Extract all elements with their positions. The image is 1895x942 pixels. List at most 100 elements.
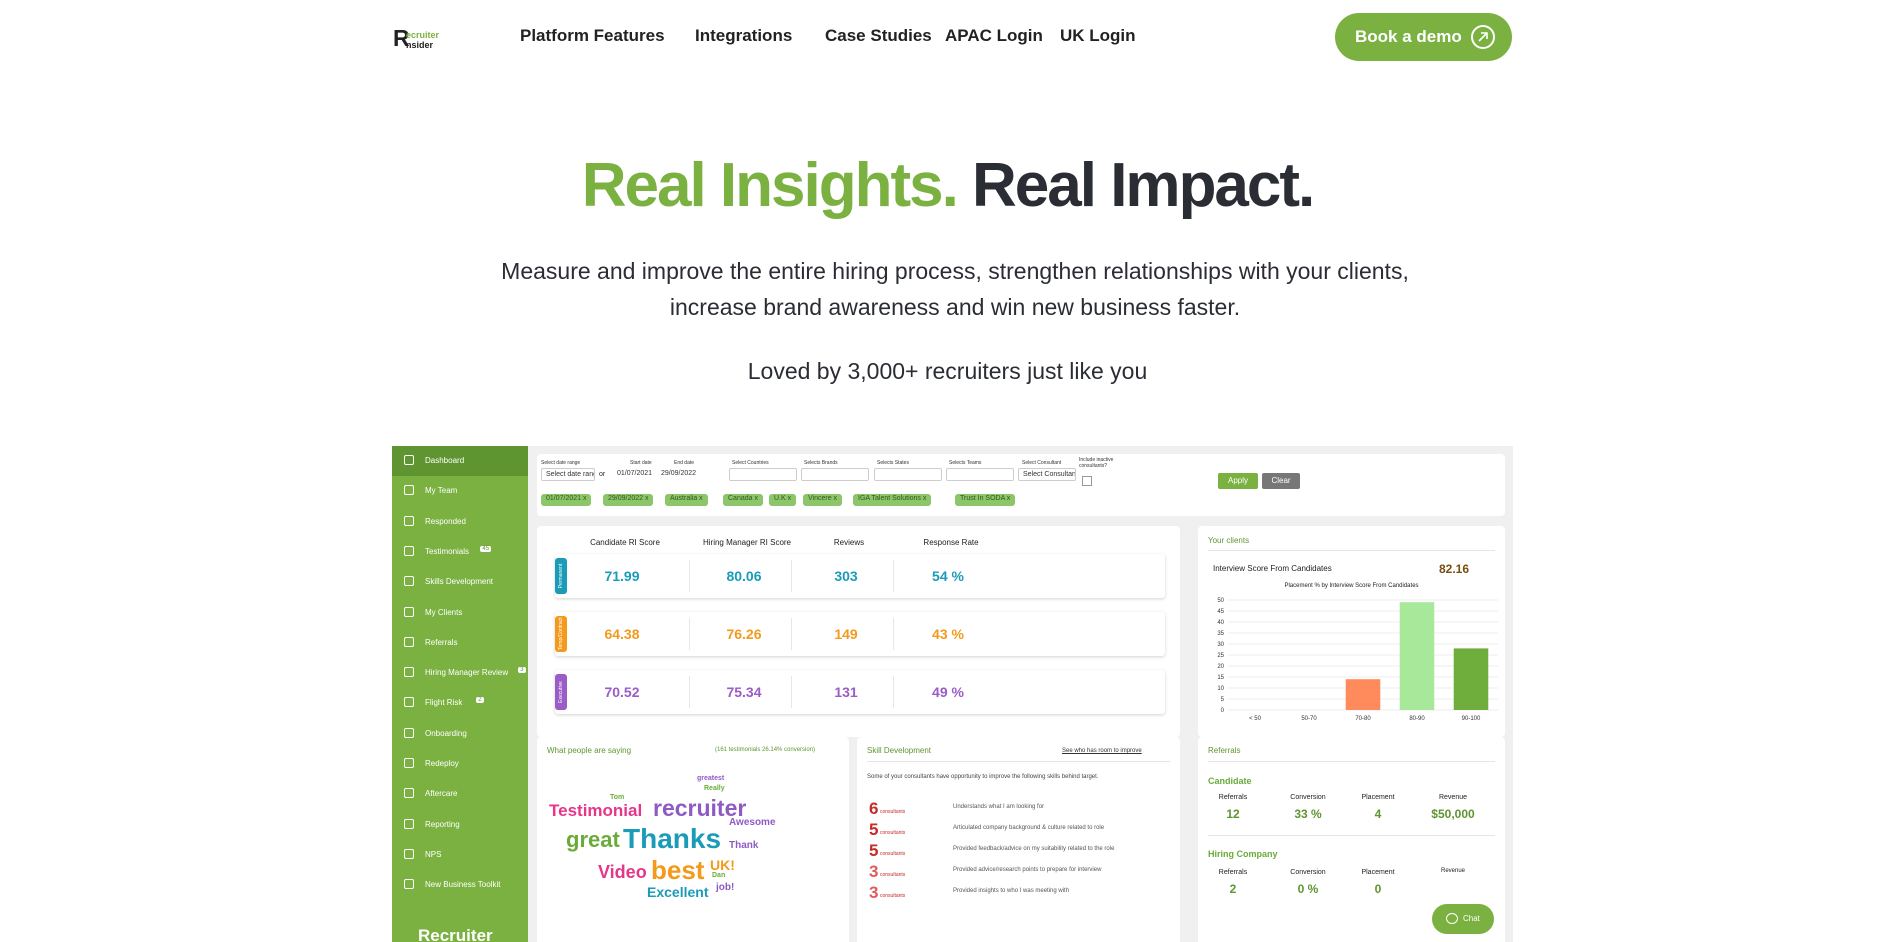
teams-select[interactable]: [946, 468, 1014, 481]
score-value: 64.38: [604, 626, 640, 642]
referral-value: $50,000: [1431, 807, 1475, 821]
testimonials-count: (161 testimonials 26.14% conversion): [715, 747, 816, 753]
y-tick-label: 5: [1221, 697, 1225, 703]
menu-icon: [404, 576, 414, 587]
count-badge: 2: [476, 697, 484, 704]
menu-icon: [404, 848, 414, 859]
word-cloud-word: Dan: [712, 872, 726, 879]
filter-chip[interactable]: Vincere x: [803, 494, 843, 506]
referral-value: 0: [1374, 882, 1382, 896]
sidebar-item-onboarding[interactable]: Onboarding: [392, 719, 528, 749]
testimonials-title: What people are saying: [547, 746, 632, 755]
menu-icon: [404, 727, 414, 738]
category-label: Permanent: [558, 563, 564, 589]
sidebar-item-hiring-manager-review[interactable]: Hiring Manager Review 3: [392, 658, 528, 688]
nav-uk-login[interactable]: UK Login: [1060, 26, 1136, 46]
hero-title-green: Real Insights.: [581, 151, 959, 220]
sidebar-item-label: Hiring Manager Review: [425, 668, 509, 678]
sidebar-item-nps[interactable]: NPS: [392, 840, 528, 870]
recruiter-insider-logo[interactable]: R ecruiter nsider: [393, 26, 443, 52]
word-cloud-word: Video: [598, 862, 647, 882]
clear-button[interactable]: Clear: [1262, 473, 1300, 489]
skill-count: 3: [869, 862, 879, 881]
testimonials-panel: What people are saying (161 testimonials…: [537, 737, 849, 942]
apply-button[interactable]: Apply: [1218, 473, 1258, 489]
sidebar-item-label: Skills Development: [425, 577, 494, 587]
states-select[interactable]: [874, 468, 942, 481]
referral-header: Referrals: [1218, 794, 1248, 801]
chat-button[interactable]: Chat: [1432, 904, 1494, 934]
date-range-select[interactable]: Select date range: [541, 468, 595, 481]
count-badge: 45: [480, 545, 492, 552]
skills-intro: Some of your consultants have opportunit…: [867, 774, 1099, 780]
filter-label: Include inactive consultants?: [1079, 457, 1114, 469]
menu-icon: [404, 879, 414, 890]
chat-label: Chat: [1463, 914, 1480, 923]
sidebar-item-skills-development[interactable]: Skills Development: [392, 567, 528, 597]
sidebar-item-my-clients[interactable]: My Clients: [392, 598, 528, 628]
nav-integrations[interactable]: Integrations: [695, 26, 792, 46]
y-tick-label: 35: [1217, 631, 1224, 637]
filters-panel: Select date range Start date End date Se…: [537, 454, 1505, 516]
x-tick-label: 80-90: [1409, 716, 1425, 722]
countries-select[interactable]: [729, 468, 797, 481]
filter-chip[interactable]: Australia x: [665, 494, 708, 506]
referral-header: Revenue: [1440, 868, 1466, 874]
sidebar-item-my-team[interactable]: My Team: [392, 476, 528, 506]
ri-scores-panel: Candidate RI Score Hiring Manager RI Sco…: [537, 526, 1180, 737]
logo-top-text: ecruiter: [406, 30, 440, 40]
divider: [867, 761, 1170, 762]
sidebar-item-testimonials[interactable]: Testimonials 45: [392, 537, 528, 567]
filter-label: Selects Brands: [804, 460, 838, 466]
skill-unit: consultants: [880, 851, 906, 857]
book-demo-label: Book a demo: [1355, 27, 1462, 46]
sidebar-item-dashboard[interactable]: Dashboard: [392, 446, 528, 476]
brands-select[interactable]: [801, 468, 869, 481]
nav-apac-login[interactable]: APAC Login: [945, 26, 1043, 46]
sidebar-item-label: Dashboard: [425, 456, 465, 465]
sidebar-item-label: Reporting: [425, 819, 460, 829]
sidebar-item-flight-risk[interactable]: Flight Risk 2: [392, 688, 528, 718]
sidebar-item-responded[interactable]: Responded: [392, 507, 528, 537]
filter-chip[interactable]: Canada x: [723, 494, 763, 506]
consultant-select[interactable]: Select Consultant: [1018, 468, 1076, 481]
filter-chip[interactable]: U.K x: [769, 494, 797, 506]
score-value: 71.99: [604, 568, 640, 584]
sidebar-item-label: Onboarding: [425, 728, 467, 738]
hero-loved-text: Loved by 3,000+ recruiters just like you: [747, 358, 1148, 384]
sidebar-item-label: Flight Risk: [425, 698, 463, 708]
inactive-checkbox[interactable]: [1082, 476, 1092, 486]
sidebar-item-redeploy[interactable]: Redeploy: [392, 749, 528, 779]
score-value: 80.06: [726, 568, 762, 584]
referral-header: Referrals: [1218, 869, 1248, 876]
menu-icon: [404, 485, 414, 496]
category-label: Executive: [558, 681, 564, 703]
chart-bar: [1345, 679, 1381, 710]
skill-count: 5: [869, 841, 879, 860]
clients-title: Your clients: [1208, 536, 1250, 545]
filter-chip[interactable]: Trust In SODA x: [955, 494, 1016, 506]
y-tick-label: 0: [1221, 708, 1225, 714]
filter-chip[interactable]: 01/07/2021 x: [541, 494, 592, 506]
dashboard-preview: Dashboard My Team Responded Testimonials 45 S…: [392, 446, 1513, 942]
sidebar-item-new-business-toolkit[interactable]: New Business Toolkit: [392, 870, 528, 900]
book-demo-button[interactable]: Book a demo: [1335, 13, 1512, 61]
filter-chip[interactable]: IGA Talent Solutions x: [853, 494, 932, 506]
filter-chip[interactable]: 29/09/2022 x: [603, 494, 654, 506]
skills-title: Skill Development: [867, 746, 932, 755]
sidebar-item-referrals[interactable]: Referrals: [392, 628, 528, 658]
score-value: 75.34: [726, 684, 762, 700]
or-text: or: [599, 471, 606, 478]
column-divider: [893, 676, 894, 708]
word-cloud-word: job!: [716, 882, 735, 893]
chart-bar: [1453, 648, 1489, 710]
sidebar-item-aftercare[interactable]: Aftercare: [392, 779, 528, 809]
word-cloud-word: Excellent: [647, 884, 709, 900]
nav-platform-features[interactable]: Platform Features: [520, 26, 665, 46]
x-tick-label: 90-100: [1462, 716, 1481, 722]
start-date-input[interactable]: 01/07/2021: [613, 468, 653, 481]
sidebar-item-reporting[interactable]: Reporting: [392, 810, 528, 840]
see-who-link[interactable]: See who has room to improve: [1062, 748, 1142, 754]
end-date-input[interactable]: 29/09/2022: [657, 468, 717, 481]
nav-case-studies[interactable]: Case Studies: [825, 26, 932, 46]
